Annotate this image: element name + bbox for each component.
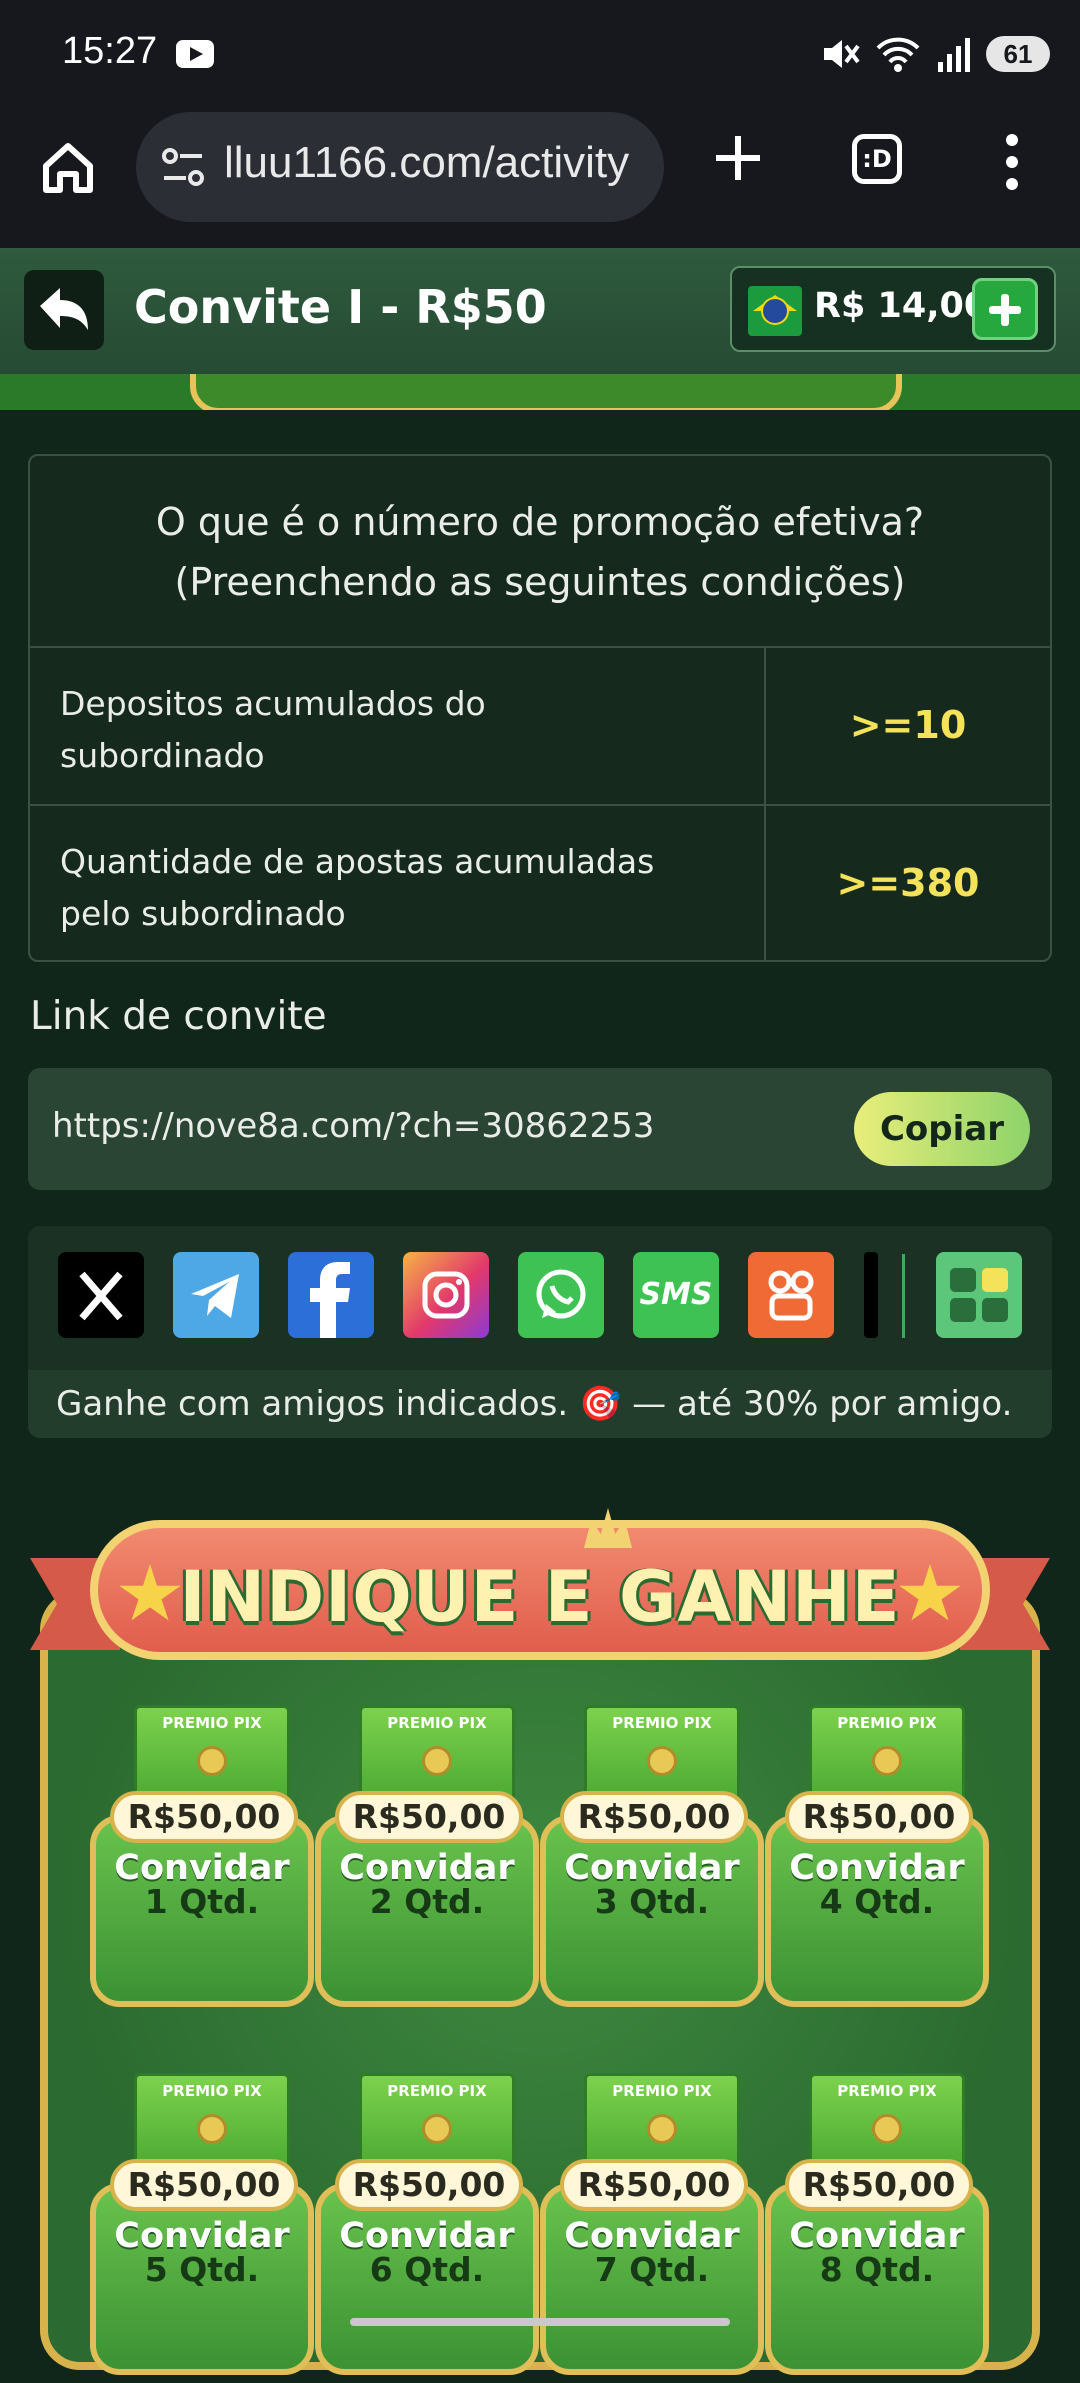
facebook-icon[interactable] [288,1252,374,1338]
more-apps-icon[interactable] [936,1252,1022,1338]
status-time: 15:27 [62,30,158,72]
gesture-bar [350,2318,730,2326]
reward-amount: R$50,00 [110,2159,298,2211]
invite-target[interactable]: Convidar 2 Qtd. [315,1851,539,1919]
status-icons: 61 [820,32,1050,76]
instagram-icon[interactable] [403,1252,489,1338]
share-note: Ganhe com amigos indicados. 🎯 — até 30% … [28,1370,1052,1438]
invite-link-box: https://nove8a.com/?ch=30862253 Copiar [28,1068,1052,1190]
reward-card[interactable]: PREMIO PIX R$50,00 Convidar 4 Qtd. [765,1705,989,2015]
reward-card[interactable]: PREMIO PIX R$50,00 Convidar 2 Qtd. [315,1705,539,2015]
reward-card[interactable]: PREMIO PIX R$50,00 Convidar 3 Qtd. [540,1705,764,2015]
conditions-table: O que é o número de promoção efetiva? (P… [28,454,1052,962]
reward-card[interactable]: PREMIO PIX R$50,00 Convidar 6 Qtd. [315,2073,539,2383]
app-header: Convite I - R$50 R$ 14,00 [0,248,1080,374]
condition-value: >=10 [849,703,967,747]
invite-target[interactable]: Convidar 5 Qtd. [90,2219,314,2287]
status-bar: 15:27 61 [0,0,1080,112]
sms-icon[interactable]: SMS [633,1252,719,1338]
invite-target[interactable]: Convidar 3 Qtd. [540,1851,764,1919]
reward-card[interactable]: PREMIO PIX R$50,00 Convidar 1 Qtd. [90,1705,314,2015]
wifi-icon [876,37,920,72]
signal-icon [938,38,970,72]
site-settings-icon[interactable] [160,144,206,190]
condition-label: Quantidade de apostas acumuladas pelo su… [30,806,766,960]
mute-icon [824,40,860,68]
new-tab-icon[interactable] [710,130,766,186]
reward-card[interactable]: PREMIO PIX R$50,00 Convidar 8 Qtd. [765,2073,989,2383]
browser-toolbar: lluu1166.com/activity :D [0,112,1080,248]
deposit-plus-button[interactable] [972,278,1038,340]
share-panel: SMS Ganhe com amigos indicados. 🎯 — até … [28,1226,1052,1438]
invite-target[interactable]: Convidar 1 Qtd. [90,1851,314,1919]
conditions-heading: O que é o número de promoção efetiva? (P… [30,456,1050,648]
youtube-notification-icon [176,40,214,68]
condition-label: Depositos acumulados do subordinado [30,648,766,804]
balance-widget: R$ 14,00 [730,266,1056,352]
promo-banner: INDIQUE E GANHE [90,1508,990,1660]
top-banner-edge [0,374,1080,410]
copy-button[interactable]: Copiar [854,1092,1030,1166]
table-row: Quantidade de apostas acumuladas pelo su… [30,806,1050,960]
kwai-icon[interactable] [748,1252,834,1338]
invite-target[interactable]: Convidar 4 Qtd. [765,1851,989,1919]
reward-amount: R$50,00 [785,2159,973,2211]
tiktok-icon[interactable] [864,1252,878,1338]
whatsapp-icon[interactable] [518,1252,604,1338]
reward-card[interactable]: PREMIO PIX R$50,00 Convidar 7 Qtd. [540,2073,764,2383]
reward-amount: R$50,00 [785,1791,973,1843]
reward-amount: R$50,00 [335,1791,523,1843]
conditions-subtitle: (Preenchendo as seguintes condições) [174,560,906,604]
promo-board: INDIQUE E GANHE PREMIO PIX R$50,00 Convi… [30,1508,1050,2375]
reward-amount: R$50,00 [335,2159,523,2211]
invite-target[interactable]: Convidar 8 Qtd. [765,2219,989,2287]
crown-icon [584,1508,632,1548]
reward-card[interactable]: PREMIO PIX R$50,00 Convidar 5 Qtd. [90,2073,314,2383]
invite-link-text[interactable]: https://nove8a.com/?ch=30862253 [52,1106,654,1146]
x-icon[interactable] [58,1252,144,1338]
table-row: Depositos acumulados do subordinado >=10 [30,648,1050,806]
url-bar[interactable]: lluu1166.com/activity [136,112,664,222]
url-text[interactable]: lluu1166.com/activity [224,138,629,188]
more-menu-icon[interactable] [1004,132,1020,192]
promo-title: INDIQUE E GANHE [179,1556,901,1638]
home-icon[interactable] [38,138,98,198]
battery-indicator: 61 [986,36,1050,72]
reward-amount: R$50,00 [560,1791,748,1843]
back-button[interactable] [24,270,104,350]
page-title: Convite I - R$50 [134,280,547,334]
telegram-icon[interactable] [173,1252,259,1338]
invite-link-title: Link de convite [30,994,327,1039]
reward-amount: R$50,00 [560,2159,748,2211]
condition-value: >=380 [836,861,980,905]
balance-amount: R$ 14,00 [814,286,989,326]
invite-target[interactable]: Convidar 7 Qtd. [540,2219,764,2287]
reward-amount: R$50,00 [110,1791,298,1843]
brazil-flag-icon [748,286,802,336]
divider [902,1254,905,1338]
invite-target[interactable]: Convidar 6 Qtd. [315,2219,539,2287]
conditions-question: O que é o número de promoção efetiva? [155,500,925,544]
back-arrow-icon [40,288,88,330]
tab-switcher-icon[interactable]: :D [852,134,902,184]
